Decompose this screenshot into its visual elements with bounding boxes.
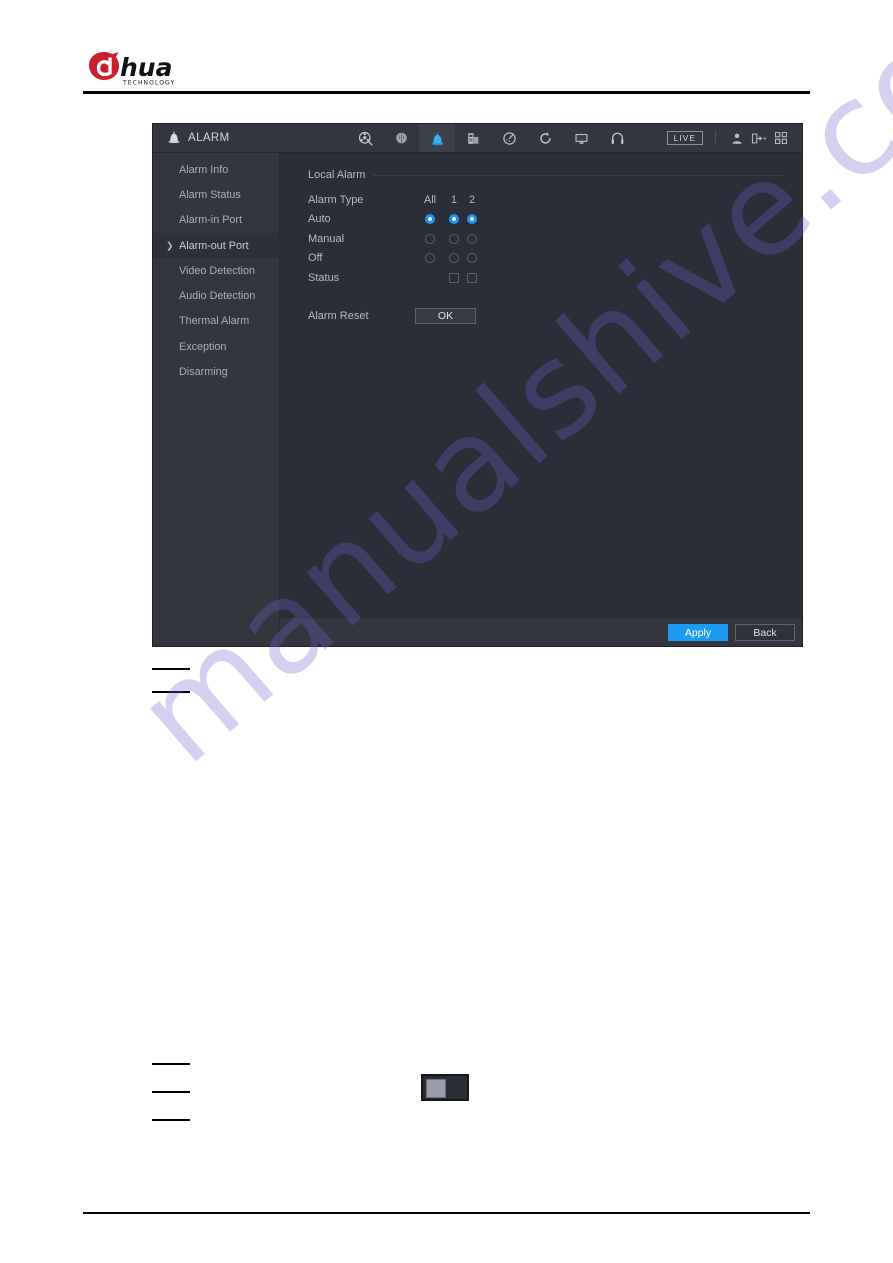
alarm-type-label: Alarm Type (308, 193, 364, 206)
page-title: ALARM (188, 132, 230, 144)
headphones-icon[interactable] (599, 124, 635, 152)
ai-brain-icon[interactable] (383, 124, 419, 152)
local-alarm-section-header: Local Alarm (308, 169, 784, 181)
checkbox-status-2[interactable] (467, 272, 477, 283)
radio-auto-2[interactable] (467, 214, 477, 225)
sidebar-item-label: Exception (179, 340, 227, 353)
main-panel: Local Alarm Alarm Type All 1 2 Auto Manu… (280, 153, 802, 646)
ok-button[interactable]: OK (415, 307, 476, 324)
gauge-icon[interactable] (491, 124, 527, 152)
header-rule (83, 91, 810, 94)
sidebar-item-exception[interactable]: Exception (153, 334, 279, 359)
display-layout-icon (421, 1074, 469, 1101)
sidebar-item-alarm-status[interactable]: Alarm Status (153, 182, 279, 207)
sidebar-item-alarm-in-port[interactable]: Alarm-in Port (153, 208, 279, 233)
sidebar-item-thermal-alarm[interactable]: Thermal Alarm (153, 309, 279, 334)
row-status: Status (308, 268, 784, 288)
redacted-line (152, 691, 190, 693)
logo-tagline: TECHNOLOGY (122, 80, 175, 87)
sidebar-item-label: Thermal Alarm (179, 315, 250, 328)
sidebar-item-label: Alarm Info (179, 163, 229, 176)
row-alarm-reset: Alarm Reset OK (308, 307, 784, 324)
alarm-out-form: Local Alarm Alarm Type All 1 2 Auto Manu… (280, 153, 802, 617)
sidebar: Alarm Info Alarm Status Alarm-in Port ❯ … (153, 153, 280, 646)
row-label-auto: Auto (308, 213, 331, 226)
logout-dropdown-icon[interactable] (748, 124, 770, 152)
section-divider (373, 174, 784, 176)
radio-off-all[interactable] (425, 253, 435, 264)
redacted-line (152, 668, 190, 670)
page-title-group: ALARM (153, 130, 317, 147)
alarm-siren-icon (167, 130, 181, 147)
radio-manual-1[interactable] (449, 233, 459, 244)
sidebar-item-alarm-out-port[interactable]: ❯ Alarm-out Port (153, 232, 279, 259)
top-nav (347, 124, 635, 152)
sidebar-item-video-detection[interactable]: Video Detection (153, 258, 279, 283)
live-badge[interactable]: LIVE (666, 131, 703, 145)
checkbox-status-1[interactable] (449, 272, 459, 283)
chevron-right-icon: ❯ (166, 240, 174, 251)
monitor-icon[interactable] (563, 124, 599, 152)
sidebar-item-disarming[interactable]: Disarming (153, 359, 279, 384)
header-right-controls: LIVE (666, 124, 802, 152)
column-header-all: All (424, 193, 436, 206)
sidebar-item-label: Video Detection (179, 264, 256, 277)
svg-text:hua: hua (120, 53, 172, 82)
row-manual: Manual (308, 229, 784, 249)
apply-button[interactable]: Apply (668, 624, 728, 641)
sidebar-item-label: Alarm-out Port (179, 239, 249, 252)
row-label-off: Off (308, 252, 323, 265)
dahua-logo: hua TECHNOLOGY (87, 51, 191, 87)
radio-auto-all[interactable] (425, 214, 435, 225)
radio-off-2[interactable] (467, 253, 477, 264)
user-account-icon[interactable] (726, 124, 748, 152)
row-label-status: Status (308, 271, 340, 284)
sidebar-item-label: Audio Detection (179, 290, 256, 303)
row-auto: Auto (308, 210, 784, 230)
radio-auto-1[interactable] (449, 214, 459, 225)
radio-off-1[interactable] (449, 253, 459, 264)
column-header-2: 2 (468, 193, 475, 206)
alarm-siren-icon[interactable] (419, 124, 455, 152)
sidebar-item-alarm-info[interactable]: Alarm Info (153, 157, 279, 182)
alarm-reset-label: Alarm Reset (308, 309, 369, 322)
sidebar-item-label: Disarming (179, 366, 228, 379)
back-button[interactable]: Back (735, 624, 795, 641)
redacted-line (152, 1091, 190, 1093)
ui-body: Alarm Info Alarm Status Alarm-in Port ❯ … (153, 153, 802, 646)
radio-manual-all[interactable] (425, 233, 435, 244)
pos-device-icon[interactable] (455, 124, 491, 152)
sidebar-item-label: Alarm Status (179, 188, 241, 201)
alarm-type-header-row: Alarm Type All 1 2 (308, 190, 784, 210)
nvr-alarm-settings-screenshot: ALARM LIVE Alarm Info Alarm Status Alarm… (153, 124, 802, 646)
ui-header-bar: ALARM LIVE (153, 124, 802, 153)
column-header-1: 1 (450, 193, 457, 206)
sidebar-item-audio-detection[interactable]: Audio Detection (153, 283, 279, 308)
grid-apps-icon[interactable] (770, 124, 792, 152)
row-off: Off (308, 249, 784, 269)
redacted-line (152, 1119, 190, 1121)
radio-manual-2[interactable] (467, 233, 477, 244)
sidebar-item-label: Alarm-in Port (179, 214, 242, 227)
row-label-manual: Manual (308, 232, 345, 245)
header-divider (715, 131, 716, 145)
footer-rule (83, 1212, 810, 1214)
search-disc-icon[interactable] (347, 124, 383, 152)
redacted-line (152, 1063, 190, 1065)
ui-footer-bar: Apply Back (280, 617, 802, 646)
sync-refresh-icon[interactable] (527, 124, 563, 152)
section-title: Local Alarm (308, 169, 366, 181)
